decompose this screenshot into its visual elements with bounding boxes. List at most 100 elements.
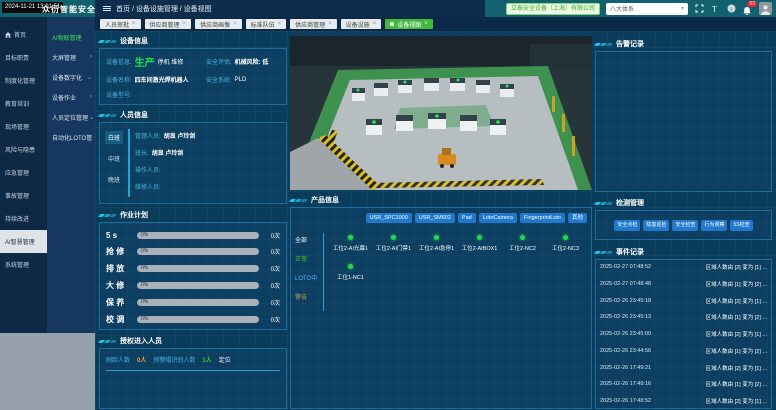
btn-usr-sm602[interactable]: USR_SM602 [415,213,455,223]
chevron-down-icon: ▾ [681,5,684,12]
breadcrumb: 首页 / 设备设施管理 / 设备视图 [116,4,212,14]
submenu-device-digitization[interactable]: 设备数字化⌄ [47,67,95,87]
sidebar-item-site-mgmt[interactable]: 现场管理 [0,115,47,138]
event-row[interactable]: 2025-02-26 17:48:52区域人数由 [2] 变为 [1] ... [600,397,767,405]
tab-supplier-mgmt-2[interactable]: 供应商管理× [290,19,337,29]
status-dot-green [434,235,439,240]
tab-device-view-active[interactable]: 设备视图× [385,19,433,29]
system-select[interactable]: 八大体系 ▾ [606,3,688,15]
btn-loto-camera[interactable]: LotoCamera [479,213,517,223]
event-row[interactable]: 2025-02-26 23:44:56区域人数由 [1] 变为 [2] ... [600,347,767,355]
submenu-ai-iot-mgmt[interactable]: AI物联管理 [47,27,95,47]
menu-collapse-icon[interactable] [103,6,111,11]
sidebar-item-goals-duties[interactable]: 目标职责 [0,46,47,69]
btn-behavior-observation[interactable]: 行为观察 [701,220,727,231]
sidebar-item-ai-smart-mgmt[interactable]: AI智慧管理 [0,230,47,253]
breadcrumb-bar: 首页 / 设备设施管理 / 设备视图 [95,0,485,17]
tab-personnel-approval[interactable]: 人员审批× [100,19,141,29]
event-records-panel: 2025-02-27 07:48:52区域人数由 [2] 变为 [1] ... … [595,259,772,409]
status-dot-green [477,235,482,240]
foreman-value: 胡显 卢玲剑 [152,148,184,157]
event-row[interactable]: 2025-02-26 23:45:18区域人数由 [2] 变为 [1] ... [600,297,767,305]
event-records-header: 事件记录 [595,246,644,258]
sidebar-item-risk-hazard[interactable]: 风险与隐患 [0,138,47,161]
factory-3d-render [290,36,592,190]
btn-pad[interactable]: Pad [458,213,476,223]
panel-header-icon [99,114,116,117]
btn-safety-inspection[interactable]: 安全检查 [672,220,698,231]
work-plan-row: 大 修0%0次 [106,280,280,291]
font-size-icon[interactable]: T [710,4,720,14]
device-item[interactable]: 工位2-NC2 [501,235,544,252]
btn-safety-spot-check[interactable]: 安全点检 [614,220,640,231]
home-icon [5,32,11,38]
safety-assess-label: 安全评估: [206,57,232,66]
notification-count-badge: 52 [747,1,757,7]
submenu-device-operation[interactable]: 设备作业› [47,87,95,107]
event-row[interactable]: 2025-02-27 07:48:52区域人数由 [2] 变为 [1] ... [600,263,767,271]
btn-other[interactable]: 其他 [568,213,587,223]
tab-close-icon[interactable]: × [373,21,377,27]
device-status-label: 设备信息: [106,57,132,66]
submenu-personnel-location[interactable]: 人员定位管理⌄ [47,107,95,127]
filter-all[interactable]: 全部 [295,235,307,244]
notification-bell-icon[interactable]: 52 [742,3,753,14]
device-item[interactable]: 工位1-NC1 [329,264,372,281]
sidebar-item-institution-mgmt[interactable]: 制度化管理 [0,69,47,92]
active-tab-dot [390,22,394,26]
product-info-panel: USR_SPC1000 USR_SM602 Pad LotoCamera Fin… [290,207,592,409]
event-row[interactable]: 2025-02-27 07:48:48区域人数由 [1] 变为 [2] ... [600,280,767,288]
device-item[interactable]: 工位2-AIBOX1 [458,235,501,252]
shift-tab-middle[interactable]: 中班 [105,152,123,165]
filter-warning[interactable]: 警告 [295,292,307,301]
panel-header-icon [595,43,612,46]
sidebar-item-continuous-improvement[interactable]: 持续改进 [0,207,47,230]
authorized-entry-panel: 刷脸人数 0人 预警帽识别人数 1人 定位 [99,348,287,409]
progress-bar: 0% [137,282,259,289]
event-row[interactable]: 2025-02-26 23:45:00区域人数由 [2] 变为 [1] ... [600,330,767,338]
event-row[interactable]: 2025-02-26 23:45:13区域人数由 [1] 变为 [2] ... [600,313,767,321]
sidebar-item-emergency-mgmt[interactable]: 应急管理 [0,161,47,184]
device-item[interactable]: 工位2-NC3 [544,235,587,252]
device-name-value: 四车间激光焊机器人 [135,75,189,84]
btn-fingerprint-loto[interactable]: FingerprintLoto [520,213,565,223]
device-item[interactable]: 工位2-AI光幕1 [329,235,372,252]
tab-close-icon[interactable]: × [328,21,332,27]
device-info-panel: 设备信息: 生产 停机 维修 安全评估: 机械风险: 低 设备名称: 四车间激光… [99,48,287,105]
sidebar-item-home[interactable]: 首页 [0,23,47,46]
btn-hazard-patrol[interactable]: 隐患巡检 [643,220,669,231]
panel-header-icon [595,251,612,254]
shift-tab-night[interactable]: 晚班 [105,173,123,186]
shift-tab-day[interactable]: 白班 [105,131,123,144]
device-item[interactable]: 工位2-AI急停1 [415,235,458,252]
tab-standard-team[interactable]: 标准队伍× [246,19,287,29]
tab-close-icon[interactable]: × [233,21,237,27]
btn-usr-spc1000[interactable]: USR_SPC1000 [366,213,412,223]
factory-3d-view[interactable] [290,36,592,190]
tab-supplier-mgmt-1[interactable]: 供应商管理× [145,19,192,29]
btn-5s-check[interactable]: 5S检查 [730,220,752,231]
filter-normal[interactable]: 正常 [295,254,307,263]
tab-close-icon[interactable]: × [278,21,282,27]
avatar[interactable] [759,2,772,15]
submenu-screen-mgmt[interactable]: 大屏管理› [47,47,95,67]
fullscreen-icon[interactable] [694,4,704,14]
safety-assess-value: 机械风险: 低 [235,57,269,66]
sidebar-item-system-mgmt[interactable]: 系统管理 [0,253,47,276]
tab-device-facility[interactable]: 设备设施× [341,19,382,29]
sidebar-item-accident-mgmt[interactable]: 事故管理 [0,184,47,207]
work-plan-header: 作业计划 [99,209,148,221]
info-icon[interactable]: i [726,4,736,14]
device-item[interactable]: 工位2-AI门禁1 [372,235,415,252]
event-row[interactable]: 2025-02-26 17:49:21区域人数由 [2] 变为 [1] ... [600,364,767,372]
filter-loto[interactable]: LOTO中 [295,273,317,282]
event-row[interactable]: 2025-02-26 17:49:16区域人数由 [1] 变为 [2] ... [600,380,767,388]
location-label[interactable]: 定位 [219,355,231,364]
tab-supplier-profile[interactable]: 供应商画像× [195,19,242,29]
sidebar-item-education-training[interactable]: 教育培训 [0,92,47,115]
tab-close-icon[interactable]: × [424,21,428,27]
tab-close-icon[interactable]: × [183,21,187,27]
status-dot-green [348,235,353,240]
submenu-auto-loto[interactable]: 自动化LOTO管⌄ [47,127,95,147]
tab-close-icon[interactable]: × [132,21,136,27]
